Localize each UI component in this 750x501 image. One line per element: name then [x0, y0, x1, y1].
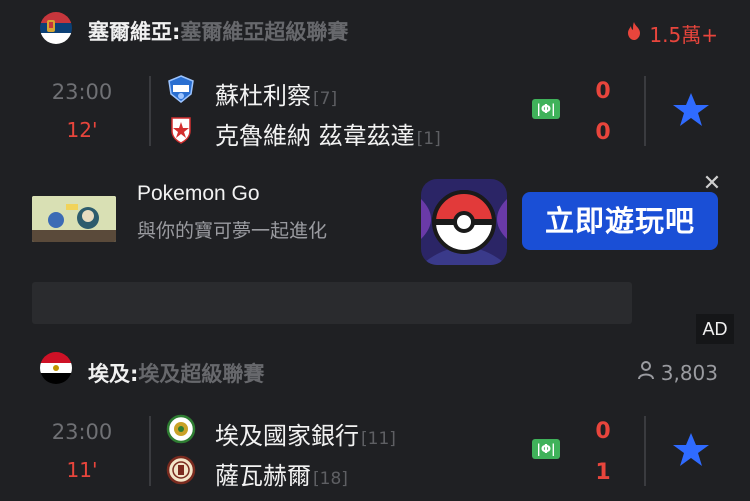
match-minute: 11': [66, 458, 98, 482]
home-team[interactable]: 蘇杜利察 [7]: [215, 76, 337, 111]
team-crest-icon: [166, 115, 196, 145]
away-team[interactable]: 薩瓦赫爾 [18]: [215, 456, 348, 491]
away-score: 1: [595, 460, 611, 485]
match-time: 23:00: [51, 420, 113, 444]
home-score: 0: [595, 79, 611, 104]
divider: [644, 416, 646, 486]
favorite-star-icon[interactable]: [671, 430, 711, 470]
play-now-button[interactable]: 立即遊玩吧: [522, 192, 718, 250]
watchers-count: 1.5萬+: [625, 19, 718, 48]
egypt-flag-icon: [40, 352, 72, 384]
league-header-egypt[interactable]: 埃及:埃及超級聯賽 3,803: [0, 342, 750, 398]
odds-badge[interactable]: |Φ|: [532, 99, 560, 119]
away-team-rank: [1]: [416, 129, 441, 149]
away-team-rank: [18]: [313, 469, 348, 489]
viewers-value: 3,803: [660, 360, 718, 385]
ad-subtitle: 與你的寶可夢一起進化: [137, 220, 328, 242]
league-title: 埃及:埃及超級聯賽: [88, 358, 264, 388]
close-icon[interactable]: ✕: [700, 172, 724, 196]
odds-badge[interactable]: |Φ|: [532, 439, 560, 459]
home-team[interactable]: 埃及國家銀行 [11]: [215, 416, 396, 451]
flame-icon: [625, 21, 643, 46]
watchers-value: 1.5萬+: [649, 23, 718, 47]
divider: [149, 76, 151, 146]
divider: [644, 76, 646, 146]
ad-banner[interactable]: Pokemon Go 與你的寶可夢一起進化 立即遊玩吧 ✕: [0, 168, 750, 288]
home-team-rank: [7]: [313, 89, 338, 109]
match-time: 23:00: [51, 80, 113, 104]
ad-thumbnail-image[interactable]: [32, 196, 116, 242]
team-crest-icon: [166, 455, 196, 485]
league-name: 埃及超級聯賽: [138, 362, 265, 386]
away-team-name: 薩瓦赫爾: [215, 462, 311, 490]
match-row[interactable]: 23:00 12' 蘇杜利察 [7] 克魯維納 茲韋茲達 [1] |Φ| 0 0: [0, 70, 750, 156]
team-crest-icon: [166, 74, 196, 104]
divider: [149, 416, 151, 486]
league-country: 埃及:: [88, 362, 139, 386]
match-minute: 12': [66, 118, 98, 142]
league-name: 塞爾維亞超級聯賽: [180, 20, 349, 44]
away-team-name: 克魯維納 茲韋茲達: [215, 122, 415, 150]
home-team-name: 蘇杜利察: [215, 82, 311, 110]
home-team-rank: [11]: [361, 429, 396, 449]
league-title: 塞爾維亞:塞爾維亞超級聯賽: [88, 16, 348, 46]
league-country: 塞爾維亞:: [88, 20, 181, 44]
home-score: 0: [595, 419, 611, 444]
away-team[interactable]: 克魯維納 茲韋茲達 [1]: [215, 116, 441, 151]
person-icon: [637, 360, 655, 385]
ad-label: AD: [696, 314, 734, 344]
match-row[interactable]: 23:00 11' 埃及國家銀行 [11] 薩瓦赫爾 [18] |Φ| 0 1: [0, 410, 750, 496]
ad-placeholder-bar: [32, 282, 632, 324]
viewers-count: 3,803: [637, 360, 718, 385]
away-score: 0: [595, 120, 611, 145]
ad-title: Pokemon Go: [137, 182, 260, 205]
league-header-serbia[interactable]: 塞爾維亞:塞爾維亞超級聯賽 1.5萬+: [0, 0, 750, 56]
home-team-name: 埃及國家銀行: [215, 422, 359, 450]
pokeball-app-icon[interactable]: [421, 179, 507, 265]
serbia-flag-icon: [40, 12, 72, 44]
team-crest-icon: [166, 414, 196, 444]
favorite-star-icon[interactable]: [671, 90, 711, 130]
